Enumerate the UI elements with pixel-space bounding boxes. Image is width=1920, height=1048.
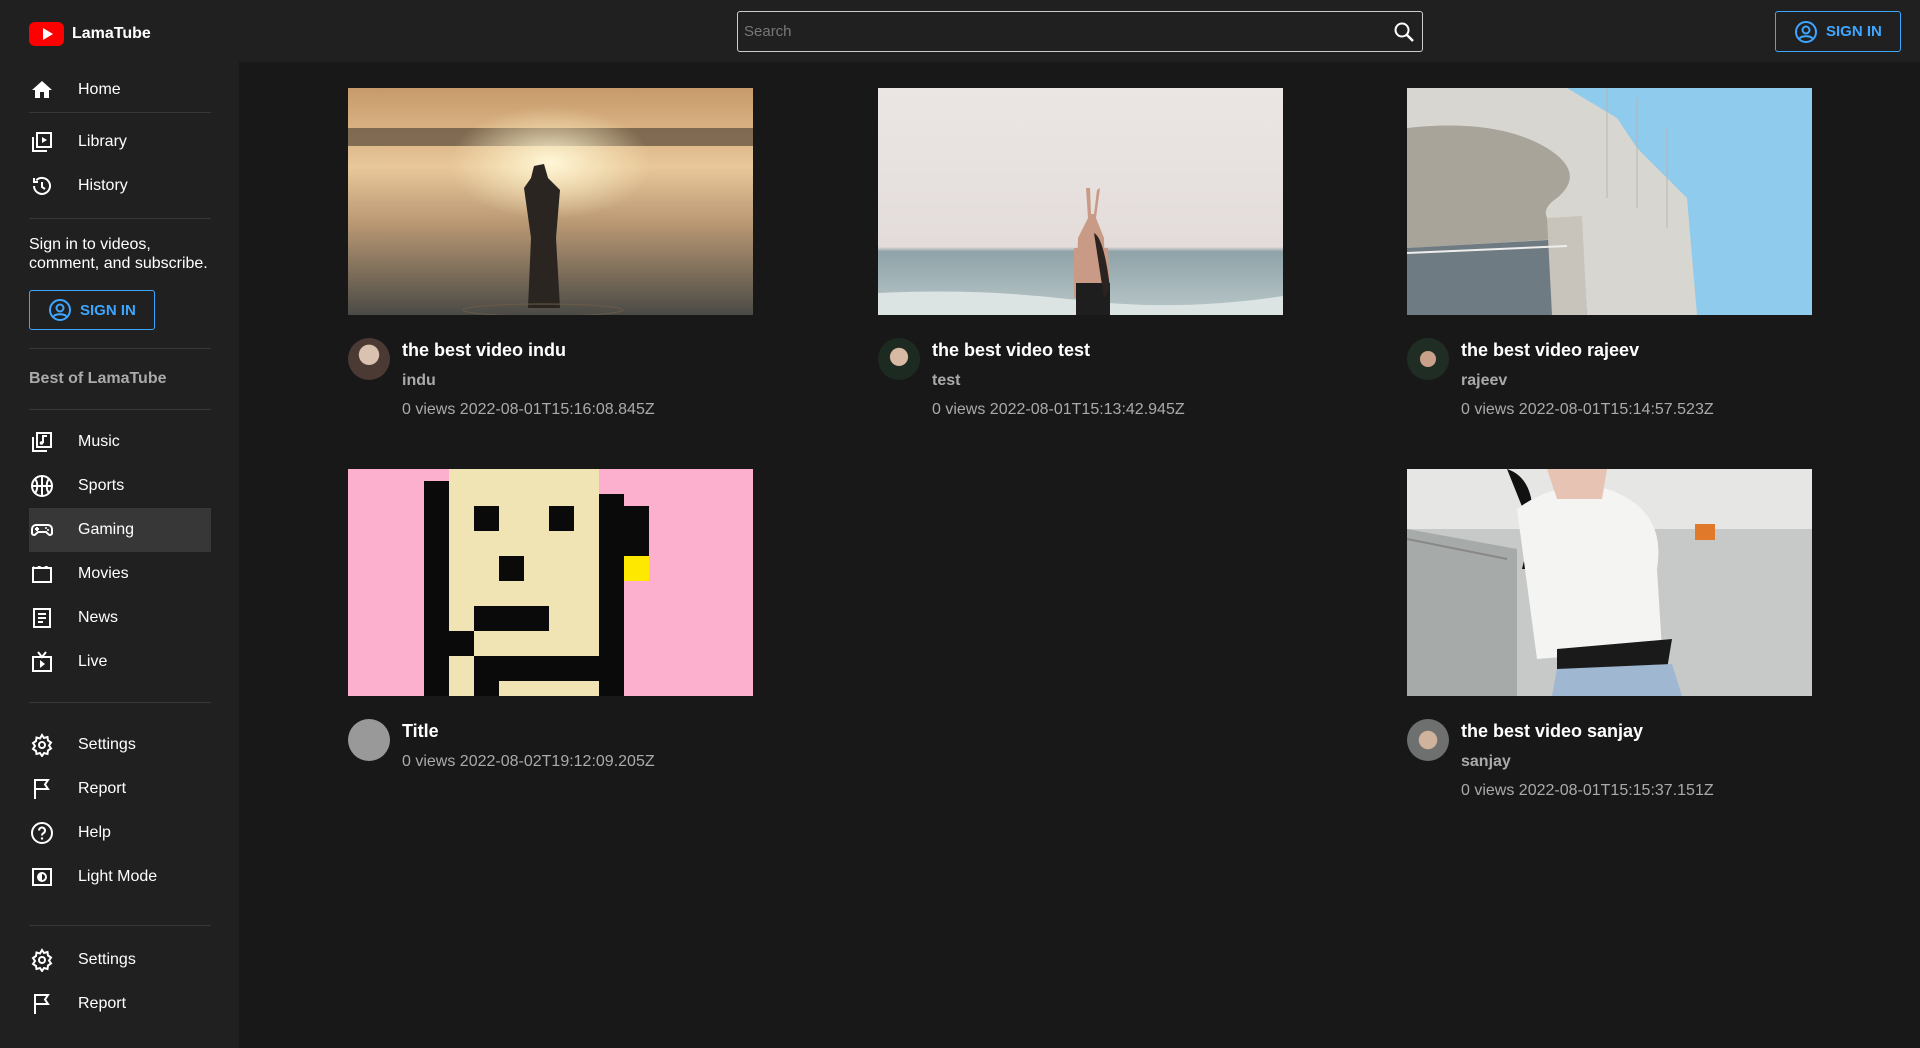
sidebar-item-history[interactable]: History bbox=[29, 164, 211, 208]
video-title[interactable]: the best video indu bbox=[402, 340, 655, 361]
light-mode-icon bbox=[32, 868, 52, 886]
channel-name[interactable]: indu bbox=[402, 372, 655, 390]
help-icon bbox=[31, 822, 53, 844]
video-info: 0 views 2022-08-01T15:14:57.523Z bbox=[1461, 401, 1714, 418]
channel-name[interactable]: sanjay bbox=[1461, 753, 1714, 771]
sidebar-item-settings-2[interactable]: Settings bbox=[29, 938, 211, 982]
sidebar-item-help[interactable]: Help bbox=[29, 811, 211, 855]
sidebar-item-music[interactable]: Music bbox=[29, 420, 211, 464]
sidebar-item-report-2[interactable]: Report bbox=[29, 982, 211, 1026]
video-info: 0 views 2022-08-01T15:13:42.945Z bbox=[932, 401, 1185, 418]
settings-icon bbox=[31, 733, 53, 757]
search-box[interactable] bbox=[737, 11, 1423, 52]
sidebar-item-library[interactable]: Library bbox=[29, 120, 211, 164]
channel-avatar[interactable] bbox=[1407, 719, 1449, 761]
sidebar-item-settings[interactable]: Settings bbox=[29, 723, 211, 767]
channel-avatar[interactable] bbox=[878, 338, 920, 380]
divider bbox=[29, 218, 211, 219]
channel-avatar[interactable] bbox=[348, 338, 390, 380]
video-thumbnail[interactable] bbox=[1407, 469, 1812, 696]
app-name: LamaTube bbox=[72, 25, 151, 42]
sidebar-item-gaming[interactable]: Gaming bbox=[29, 508, 211, 552]
video-info: 0 views 2022-08-01T15:16:08.845Z bbox=[402, 401, 655, 418]
video-title[interactable]: Title bbox=[402, 721, 655, 742]
video-thumbnail[interactable] bbox=[1407, 88, 1812, 315]
video-info: 0 views 2022-08-02T19:12:09.205Z bbox=[402, 753, 655, 770]
settings-icon bbox=[31, 948, 53, 972]
sidebar: LamaTube Home Library History Sign in to… bbox=[0, 0, 239, 1048]
channel-name[interactable]: rajeev bbox=[1461, 372, 1714, 390]
channel-avatar[interactable] bbox=[348, 719, 390, 761]
header-signin-button[interactable]: SIGN IN bbox=[1775, 11, 1901, 52]
video-title[interactable]: the best video sanjay bbox=[1461, 721, 1714, 742]
video-title[interactable]: the best video rajeev bbox=[1461, 340, 1714, 361]
movies-icon bbox=[32, 566, 52, 583]
topbar: SIGN IN bbox=[239, 0, 1920, 62]
news-icon bbox=[33, 608, 51, 628]
search-icon[interactable] bbox=[1392, 20, 1416, 44]
video-card[interactable]: Title 0 views 2022-08-02T19:12:09.205Z bbox=[348, 469, 753, 771]
sidebar-item-movies[interactable]: Movies bbox=[29, 552, 211, 596]
video-card[interactable]: the best video test test 0 views 2022-08… bbox=[878, 88, 1283, 419]
sidebar-signin-button[interactable]: SIGN IN bbox=[29, 290, 155, 330]
live-icon bbox=[32, 651, 52, 672]
video-card[interactable]: the best video indu indu 0 views 2022-08… bbox=[348, 88, 753, 419]
video-thumbnail[interactable] bbox=[878, 88, 1283, 315]
logo[interactable]: LamaTube bbox=[29, 0, 210, 68]
video-thumbnail[interactable] bbox=[348, 469, 753, 696]
video-card[interactable]: the best video rajeev rajeev 0 views 202… bbox=[1407, 88, 1812, 419]
home-icon bbox=[32, 81, 52, 98]
video-info: 0 views 2022-08-01T15:15:37.151Z bbox=[1461, 782, 1714, 799]
account-icon bbox=[1795, 20, 1817, 43]
video-title[interactable]: the best video test bbox=[932, 340, 1185, 361]
music-icon bbox=[32, 432, 52, 452]
sports-icon bbox=[31, 475, 53, 497]
library-icon bbox=[32, 132, 52, 152]
gaming-icon bbox=[31, 524, 53, 536]
history-icon bbox=[33, 176, 51, 195]
video-card[interactable]: the best video sanjay sanjay 0 views 202… bbox=[1407, 469, 1812, 800]
account-icon bbox=[49, 299, 71, 321]
channel-name[interactable]: test bbox=[932, 372, 1185, 390]
sidebar-item-sports[interactable]: Sports bbox=[29, 464, 211, 508]
search-input[interactable] bbox=[744, 23, 1392, 40]
signin-prompt: Sign in to videos, comment, and subscrib… bbox=[29, 236, 208, 272]
channel-avatar[interactable] bbox=[1407, 338, 1449, 380]
logo-icon bbox=[29, 22, 64, 46]
sidebar-item-home[interactable]: Home bbox=[29, 68, 211, 112]
report-icon bbox=[34, 779, 50, 799]
video-thumbnail[interactable] bbox=[348, 88, 753, 315]
section-title: Best of LamaTube bbox=[29, 370, 167, 387]
sidebar-item-live[interactable]: Live bbox=[29, 640, 211, 684]
sidebar-item-light-mode[interactable]: Light Mode bbox=[29, 855, 211, 899]
sidebar-item-news[interactable]: News bbox=[29, 596, 211, 640]
sidebar-item-report[interactable]: Report bbox=[29, 767, 211, 811]
report-icon bbox=[34, 994, 50, 1014]
